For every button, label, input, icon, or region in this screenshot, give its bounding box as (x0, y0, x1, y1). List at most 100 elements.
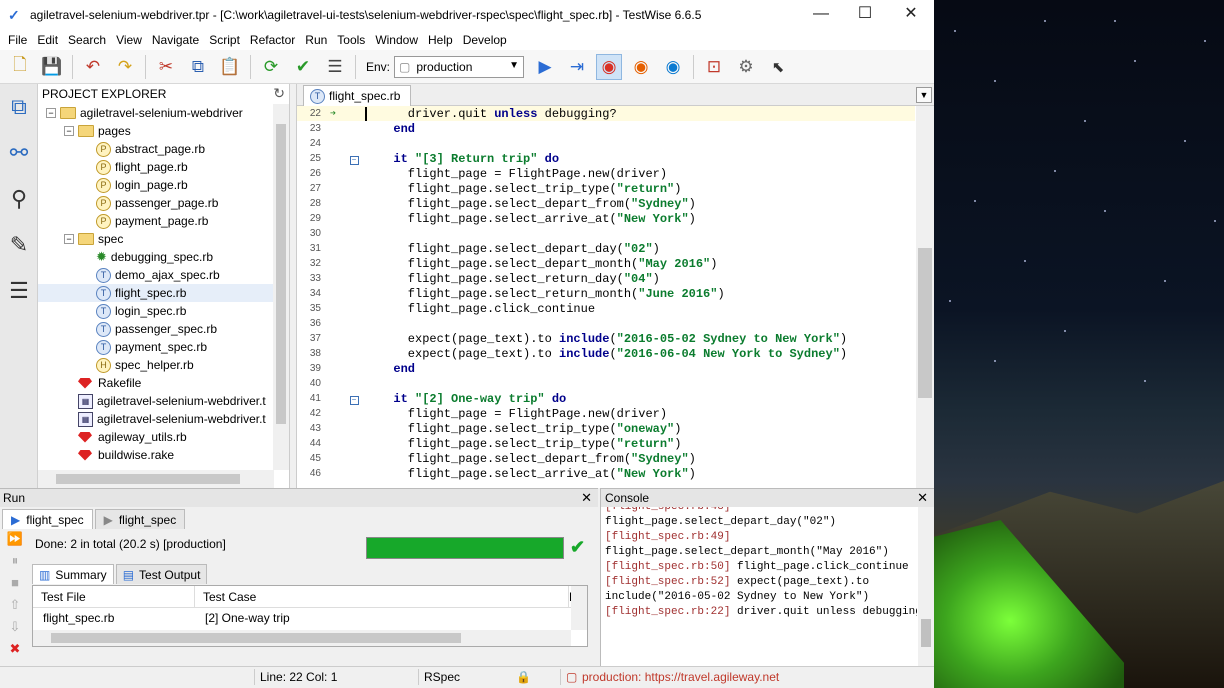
code-line[interactable]: 35 flight_page.click_continue (297, 301, 915, 316)
tree-item[interactable]: Tpassenger_spec.rb (38, 320, 289, 338)
tree-item[interactable]: − agiletravel-selenium-webdriver (38, 104, 289, 122)
tree-item[interactable]: Ppayment_page.rb (38, 212, 289, 230)
close-icon[interactable]: ✕ (917, 490, 928, 506)
clear-icon[interactable]: ✖ (0, 641, 30, 663)
code-line[interactable]: 37 expect(page_text).to include("2016-05… (297, 331, 915, 346)
fold-toggle-icon[interactable]: − (349, 395, 359, 405)
console-line-ref[interactable]: [flight_spec.rb:48] (605, 507, 730, 513)
code-line[interactable]: 41 − it "[2] One-way trip" do (297, 391, 915, 406)
code-line[interactable]: 44 flight_page.select_trip_type("return"… (297, 436, 915, 451)
up-arrow-icon[interactable]: ⇧ (0, 597, 30, 619)
results-horizontal-scrollbar[interactable] (33, 630, 571, 646)
menu-help[interactable]: Help (424, 33, 457, 47)
down-arrow-icon[interactable]: ⇩ (0, 619, 30, 641)
rerun-icon[interactable]: ⏩ (0, 531, 30, 553)
minimize-button[interactable]: — (798, 0, 844, 30)
code-line[interactable]: 24 (297, 136, 915, 151)
menu-view[interactable]: View (112, 33, 146, 47)
tree-item[interactable]: Rakefile (38, 374, 289, 392)
stop-icon[interactable]: ■ (0, 575, 30, 597)
firefox-icon[interactable]: ◉ (628, 54, 654, 80)
code-line[interactable]: 27 flight_page.select_trip_type("return"… (297, 181, 915, 196)
console-vertical-scrollbar[interactable] (918, 507, 934, 667)
close-button[interactable]: ✕ (888, 0, 934, 30)
tab-summary[interactable]: ▥ Summary (32, 564, 114, 584)
code-line[interactable]: 25 − it "[3] Return trip" do (297, 151, 915, 166)
scrollbar-thumb[interactable] (51, 633, 461, 643)
tree-item[interactable]: ▦ agiletravel-selenium-webdriver.t (38, 392, 289, 410)
menu-develop[interactable]: Develop (459, 33, 511, 47)
code-line[interactable]: 26 flight_page = FlightPage.new(driver) (297, 166, 915, 181)
refresh-run-icon[interactable]: ⟳ (258, 54, 284, 80)
menu-navigate[interactable]: Navigate (148, 33, 203, 47)
scrollbar-thumb[interactable] (276, 124, 286, 424)
console-line-ref[interactable]: [flight_spec.rb:50] (605, 561, 730, 573)
console-line-ref[interactable]: [flight_spec.rb:22] (605, 606, 730, 618)
code-line[interactable]: 31 flight_page.select_depart_day("02") (297, 241, 915, 256)
git-icon[interactable]: ⚯ (0, 130, 38, 176)
fold-gutter[interactable]: − (343, 392, 365, 406)
run-tab-active[interactable]: ▶ flight_spec (2, 509, 93, 529)
tree-item[interactable]: Tdemo_ajax_spec.rb (38, 266, 289, 284)
menu-script[interactable]: Script (205, 33, 244, 47)
code-line[interactable]: 23 end (297, 121, 915, 136)
refresh-icon[interactable]: ↻ (273, 85, 285, 102)
scrollbar-thumb[interactable] (918, 248, 932, 398)
code-line[interactable]: 42 flight_page = FlightPage.new(driver) (297, 406, 915, 421)
tree-item[interactable]: − pages (38, 122, 289, 140)
recorder-icon[interactable]: ⊡ (701, 54, 727, 80)
collapse-toggle-icon[interactable]: − (64, 126, 74, 136)
close-icon[interactable]: ✕ (581, 490, 592, 506)
tree-item[interactable]: buildwise.rake (38, 446, 289, 464)
menu-file[interactable]: File (4, 33, 31, 47)
table-row[interactable]: flight_spec.rb [2] One-way trip (33, 608, 587, 628)
column-test-case[interactable]: Test Case (195, 586, 569, 607)
code-line[interactable]: 36 (297, 316, 915, 331)
chrome-icon[interactable]: ◉ (596, 53, 623, 80)
files-icon[interactable]: ⧉ (0, 84, 38, 130)
collapse-toggle-icon[interactable]: − (46, 108, 56, 118)
search-icon[interactable]: ⚲ (0, 176, 38, 222)
console-output[interactable]: [flight_spec.rb:48] flight_page.select_de… (601, 507, 917, 667)
code-line[interactable]: 46 flight_page.select_arrive_at("New Yor… (297, 466, 915, 481)
code-line[interactable]: 45 flight_page.select_depart_from("Sydne… (297, 451, 915, 466)
tree-item[interactable]: − spec (38, 230, 289, 248)
tree-item[interactable]: Tlogin_spec.rb (38, 302, 289, 320)
explorer-vertical-scrollbar[interactable] (273, 104, 289, 470)
menu-refactor[interactable]: Refactor (246, 33, 299, 47)
menu-search[interactable]: Search (64, 33, 110, 47)
menu-tools[interactable]: Tools (333, 33, 369, 47)
scrollbar-thumb[interactable] (921, 619, 931, 647)
code-line[interactable]: 22 ➔ driver.quit unless debugging? (297, 106, 915, 121)
code-line[interactable]: 29 flight_page.select_arrive_at("New Yor… (297, 211, 915, 226)
code-line[interactable]: 39 end (297, 361, 915, 376)
tree-item[interactable]: Plogin_page.rb (38, 176, 289, 194)
collapse-toggle-icon[interactable]: − (64, 234, 74, 244)
code-line[interactable]: 43 flight_page.select_trip_type("oneway"… (297, 421, 915, 436)
run-to-cursor-icon[interactable]: ⇥ (564, 54, 590, 80)
code-line[interactable]: 38 expect(page_text).to include("2016-06… (297, 346, 915, 361)
run-tab-previous[interactable]: ▶ flight_spec (94, 509, 186, 529)
code-line[interactable]: 28 flight_page.select_depart_from("Sydne… (297, 196, 915, 211)
test-icon[interactable]: ✎ (0, 222, 38, 268)
tab-list-button[interactable]: ▼ (916, 87, 932, 103)
tab-flight-spec[interactable]: T flight_spec.rb (303, 85, 412, 106)
tab-test-output[interactable]: ▤ Test Output (115, 564, 208, 584)
fold-gutter[interactable]: − (343, 152, 365, 166)
tree-item[interactable]: Pflight_page.rb (38, 158, 289, 176)
env-select[interactable]: ▢ production ▼ (394, 55, 525, 78)
tree-item[interactable]: Pabstract_page.rb (38, 140, 289, 158)
check-syntax-icon[interactable]: ✔ (290, 54, 316, 80)
tree-item[interactable]: ✹ debugging_spec.rb (38, 248, 289, 266)
menu-edit[interactable]: Edit (33, 33, 62, 47)
copy-icon[interactable]: ⧉ (185, 54, 211, 80)
tree-item[interactable]: ▦ agiletravel-selenium-webdriver.t (38, 410, 289, 428)
tree-item[interactable]: Tpayment_spec.rb (38, 338, 289, 356)
list-icon[interactable]: ☰ (0, 268, 38, 314)
column-test-file[interactable]: Test File (33, 586, 195, 607)
maximize-button[interactable]: ☐ (842, 0, 888, 30)
menu-run[interactable]: Run (301, 33, 331, 47)
code-line[interactable]: 40 (297, 376, 915, 391)
code-area[interactable]: 22 ➔ driver.quit unless debugging? 23 end 2… (297, 106, 915, 488)
scrollbar-thumb[interactable] (56, 474, 240, 484)
